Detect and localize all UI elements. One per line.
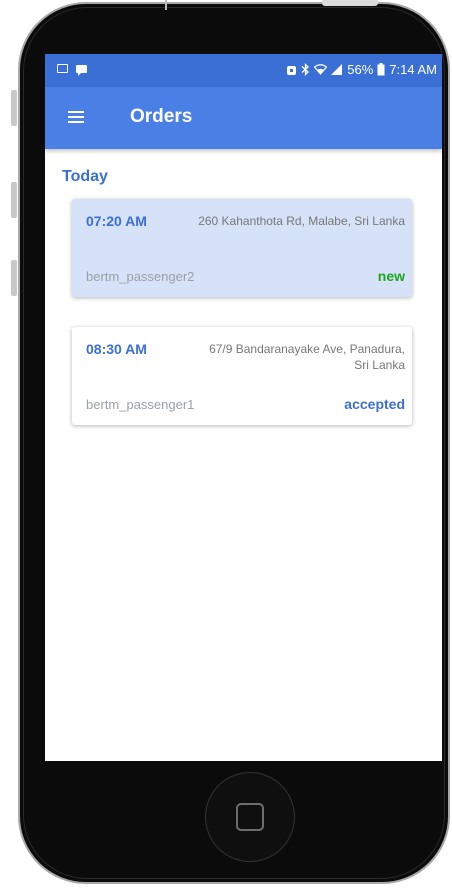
status-bar: 56% 7:14 AM [45,54,442,87]
page-title: Orders [130,106,193,127]
home-square-icon [236,803,264,831]
alarm-icon [287,65,297,75]
order-status-badge: new [377,268,405,284]
message-icon [76,64,87,76]
order-card[interactable]: 08:30 AM 67/9 Bandaranayake Ave, Panadur… [72,327,412,425]
menu-icon[interactable] [68,111,84,123]
order-time: 08:30 AM [86,341,147,357]
app-screen: 56% 7:14 AM Orders Today 07:20 AM 260 Ka… [45,54,442,761]
home-button-icon[interactable] [205,772,295,862]
battery-percent: 56% [347,62,374,77]
power-button [322,0,378,6]
app-bar: Orders [45,87,442,149]
bluetooth-icon [301,63,310,76]
status-time: 7:14 AM [389,62,437,77]
order-address: 67/9 Bandaranayake Ave, Panadura, Sri La… [209,342,405,372]
volume-up-button [11,182,17,218]
image-icon [57,64,68,73]
order-passenger: bertm_passenger1 [86,397,195,412]
volume-down-button [11,260,17,296]
wifi-icon [314,64,328,75]
status-right-icons: 56% 7:14 AM [286,62,437,77]
phone-top-mark [165,0,167,10]
signal-icon [331,64,343,75]
status-left-icons [57,64,87,76]
order-passenger: bertm_passenger2 [86,269,195,284]
order-time: 07:20 AM [86,213,147,229]
order-address: 260 Kahanthota Rd, Malabe, Sri Lanka [198,214,405,228]
section-header-today: Today [62,168,108,185]
battery-icon [377,63,385,76]
mute-switch [11,90,17,126]
order-status-badge: accepted [344,396,405,412]
order-card[interactable]: 07:20 AM 260 Kahanthota Rd, Malabe, Sri … [72,199,412,297]
